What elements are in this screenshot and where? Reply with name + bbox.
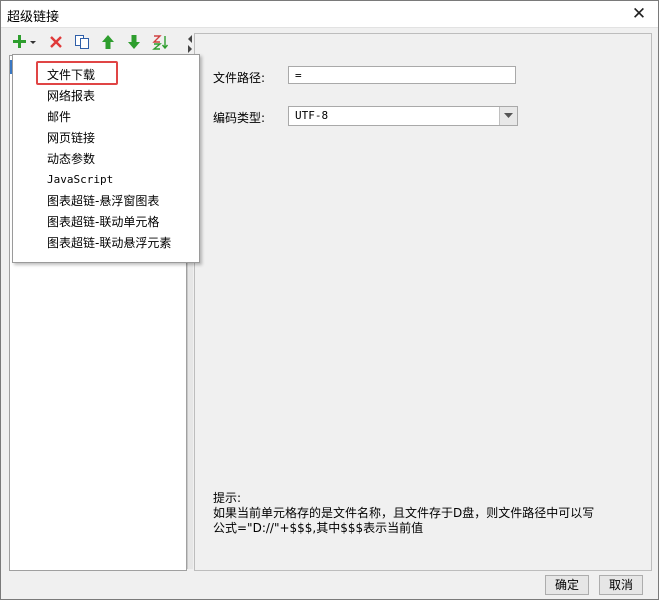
file-path-label: 文件路径: [213, 71, 266, 85]
menu-item-chart-linked-float-element[interactable]: 图表超链-联动悬浮元素 [47, 233, 171, 253]
hyperlink-dialog: 超级链接 ✕ 文件路径: = 编码类型: UTF-8 提示: 如果当前单元格存的… [0, 0, 659, 600]
encoding-select[interactable]: UTF-8 [288, 106, 518, 126]
dropdown-arrow-button[interactable] [499, 107, 517, 125]
menu-item-web-report[interactable]: 网络报表 [47, 86, 95, 106]
move-up-button[interactable] [97, 31, 119, 53]
file-path-input[interactable]: = [288, 66, 516, 84]
cancel-button[interactable]: 取消 [599, 575, 643, 595]
toolbar-scroll-icon[interactable] [187, 33, 193, 53]
dialog-title: 超级链接 [7, 10, 60, 25]
delete-x-icon [50, 36, 62, 48]
menu-item-javascript[interactable]: JavaScript [47, 170, 113, 190]
chevron-down-icon [504, 113, 513, 118]
toolbar [9, 31, 193, 53]
menu-item-email[interactable]: 邮件 [47, 107, 71, 127]
add-link-type-menu: 文件下载 网络报表 邮件 网页链接 动态参数 JavaScript 图表超链-悬… [12, 54, 200, 263]
hint-line-2: 公式="D://"+$$$,其中$$$表示当前值 [213, 521, 424, 535]
copy-button[interactable] [71, 31, 93, 53]
sort-button[interactable] [149, 31, 171, 53]
close-icon[interactable]: ✕ [626, 3, 652, 25]
move-down-button[interactable] [123, 31, 145, 53]
menu-item-chart-float-chart[interactable]: 图表超链-悬浮窗图表 [47, 191, 159, 211]
add-menu-button[interactable] [9, 31, 39, 53]
encoding-label: 编码类型: [213, 111, 266, 125]
copy-icon [75, 35, 89, 49]
plus-icon [13, 35, 36, 48]
hint-text: 提示: 如果当前单元格存的是文件名称，且文件存于D盘，则文件路径中可以写 公式=… [213, 491, 594, 536]
highlight-box [36, 61, 118, 85]
arrow-down-icon [128, 35, 140, 49]
menu-item-dynamic-params[interactable]: 动态参数 [47, 149, 95, 169]
encoding-value: UTF-8 [295, 109, 329, 122]
title-bar: 超级链接 ✕ [1, 1, 658, 28]
sort-az-icon [152, 35, 169, 50]
hint-line-1: 如果当前单元格存的是文件名称，且文件存于D盘，则文件路径中可以写 [213, 506, 595, 520]
ok-button[interactable]: 确定 [545, 575, 589, 595]
hint-title: 提示: [213, 491, 242, 505]
menu-item-web-link[interactable]: 网页链接 [47, 128, 95, 148]
menu-item-chart-linked-cell[interactable]: 图表超链-联动单元格 [47, 212, 159, 232]
arrow-up-icon [102, 35, 114, 49]
delete-button[interactable] [45, 31, 67, 53]
